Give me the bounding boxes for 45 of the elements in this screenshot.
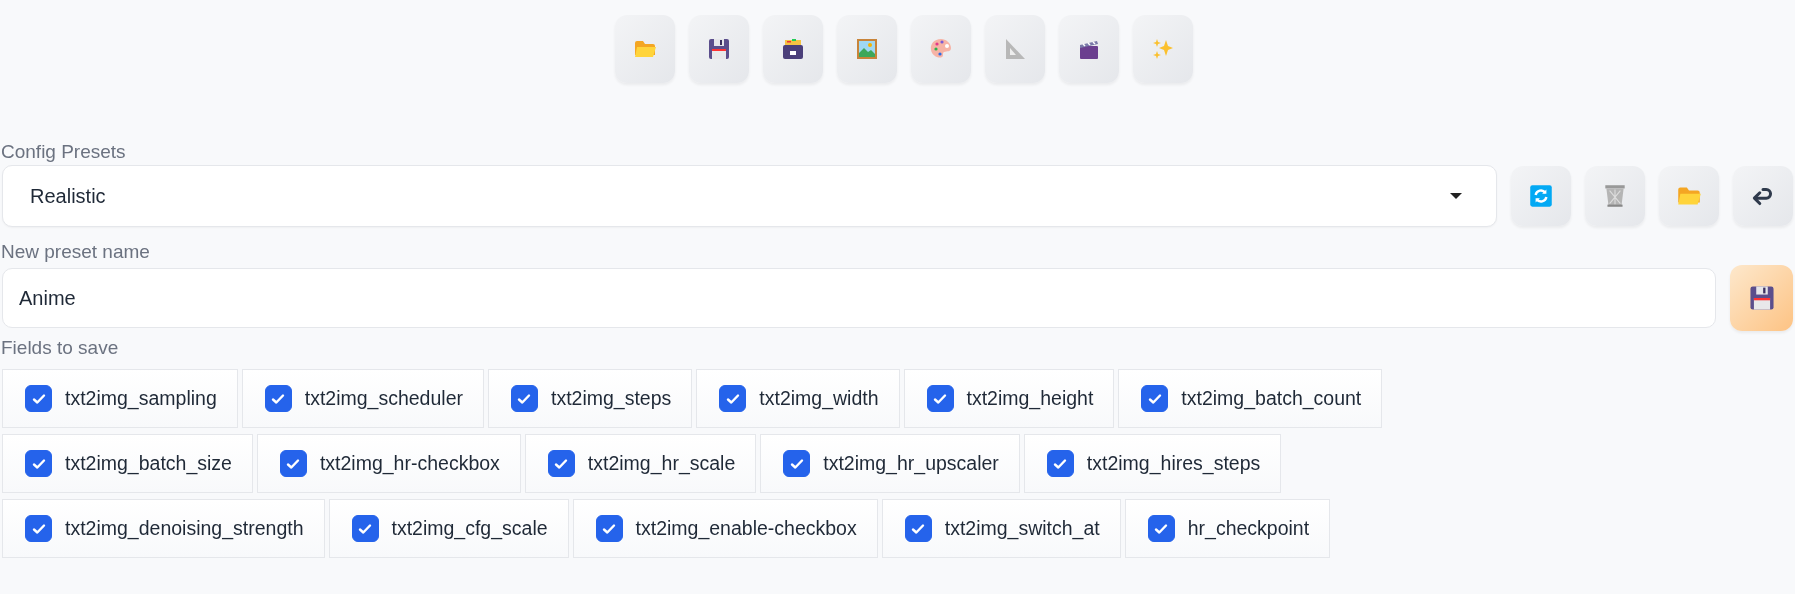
checkbox[interactable] xyxy=(264,385,292,412)
video-button[interactable] xyxy=(1058,15,1119,83)
field-checkbox[interactable]: txt2img_cfg_scale xyxy=(328,499,569,558)
image-button[interactable] xyxy=(836,15,897,83)
field-checkbox[interactable]: txt2img_steps xyxy=(488,369,693,428)
apply-button[interactable] xyxy=(1733,166,1793,226)
field-checkbox[interactable]: txt2img_hr-checkbox xyxy=(256,434,521,493)
field-checkbox[interactable]: txt2img_switch_at xyxy=(881,499,1121,558)
checkbox[interactable] xyxy=(1147,515,1175,542)
checkbox[interactable] xyxy=(25,385,52,412)
save-button[interactable] xyxy=(688,15,749,83)
field-checkbox[interactable]: hr_checkpoint xyxy=(1124,499,1331,558)
field-checkbox[interactable]: txt2img_scheduler xyxy=(241,369,484,428)
checkbox[interactable] xyxy=(1046,450,1074,477)
checkbox[interactable] xyxy=(926,385,954,412)
field-checkbox[interactable]: txt2img_sampling xyxy=(2,369,238,428)
checkbox[interactable] xyxy=(547,450,575,477)
archive-button[interactable] xyxy=(762,15,823,83)
field-label: Config Presets xyxy=(1,141,126,162)
field-label: New preset name xyxy=(1,241,150,262)
save-preset-button[interactable] xyxy=(1730,265,1793,331)
field-label: Fields to save xyxy=(1,337,119,358)
checkbox[interactable] xyxy=(719,385,747,412)
field-checkbox[interactable]: txt2img_hires_steps xyxy=(1023,434,1282,493)
field-checkbox[interactable]: txt2img_batch_size xyxy=(2,434,253,493)
checkbox[interactable] xyxy=(595,515,623,542)
checkbox[interactable] xyxy=(783,450,811,477)
field-checkbox[interactable]: txt2img_batch_count xyxy=(1118,369,1383,428)
field-checkbox[interactable]: txt2img_denoising_strength xyxy=(2,499,325,558)
checkbox[interactable] xyxy=(25,515,52,542)
field-checkbox[interactable]: txt2img_enable-checkbox xyxy=(572,499,878,558)
caret-icon xyxy=(1450,193,1462,199)
checkbox[interactable] xyxy=(351,515,379,542)
refresh-icon xyxy=(1527,182,1555,210)
field-checkbox[interactable]: txt2img_hr_scale xyxy=(524,434,757,493)
checkbox[interactable] xyxy=(279,450,307,477)
field-checkbox[interactable]: txt2img_hr_upscaler xyxy=(760,434,1020,493)
preset-dropdown[interactable]: Realistic xyxy=(2,165,1497,227)
preset-name-field[interactable]: Anime xyxy=(2,268,1716,328)
checkbox[interactable] xyxy=(25,450,52,477)
field-checkbox[interactable]: txt2img_height xyxy=(903,369,1115,428)
checkbox[interactable] xyxy=(511,385,538,412)
checkbox[interactable] xyxy=(904,515,932,542)
checkbox[interactable] xyxy=(1141,385,1169,412)
field-checkbox[interactable]: txt2img_width xyxy=(696,369,900,428)
